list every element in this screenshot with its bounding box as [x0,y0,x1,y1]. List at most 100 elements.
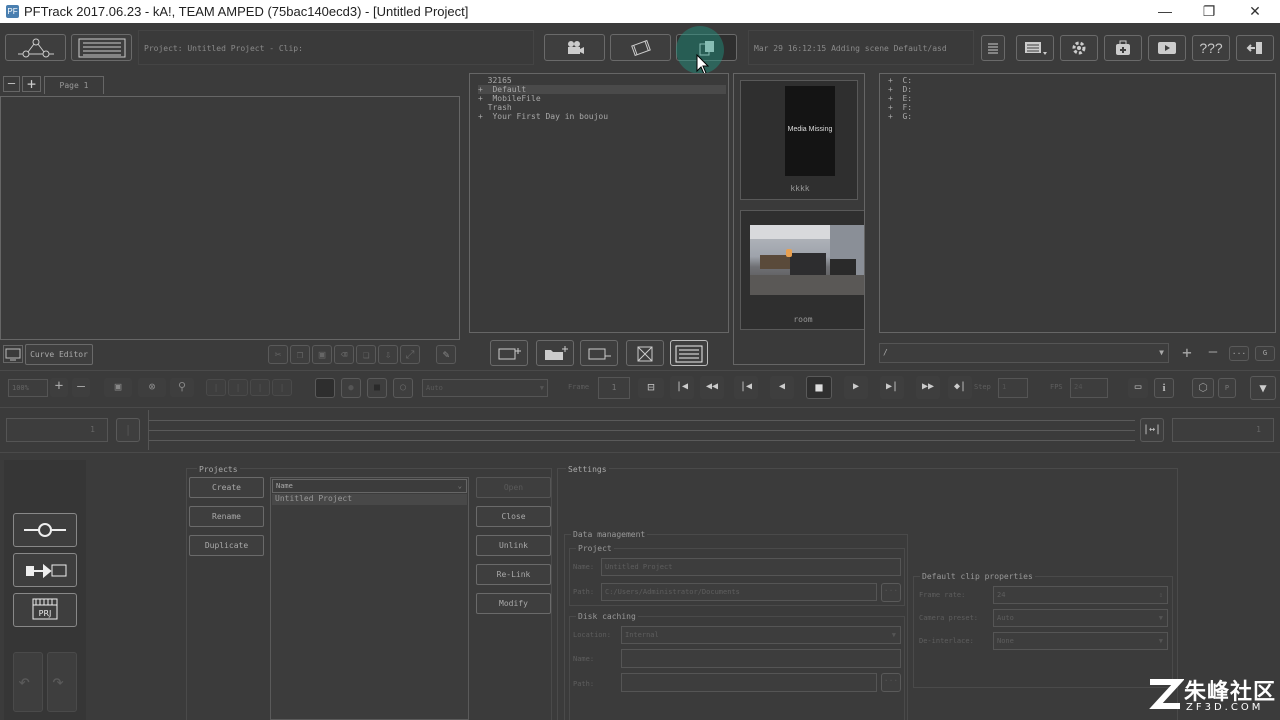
duplicate-project-button[interactable]: Duplicate [189,535,264,556]
cut-icon[interactable]: ✂ [268,345,288,364]
tree-item[interactable]: + Your First Day in boujou [478,112,726,121]
viewer-toggle[interactable] [3,345,23,363]
cache-path-field[interactable] [621,673,877,692]
node-canvas[interactable] [0,96,460,340]
close-icon[interactable]: ✕ [1232,0,1278,23]
play-icon[interactable]: ▶ [844,376,868,399]
drive-item[interactable]: + D: [888,85,912,94]
import-clip-button[interactable] [580,340,618,366]
table-row[interactable]: Untitled Project [272,494,467,505]
frame-field[interactable]: 1 [598,377,630,399]
redo-button[interactable]: ↷ [47,652,77,712]
black-swatch-icon[interactable] [315,378,335,398]
timeline-track[interactable] [148,410,1135,450]
import-icon[interactable]: ⇩ [378,345,398,364]
clip-view-button[interactable] [610,34,671,61]
project-path-field[interactable]: C:/Users/Administrator/Documents [601,583,877,601]
project-path-browse-button[interactable]: ... [881,583,901,602]
tab-page-1[interactable]: Page 1 [44,76,104,94]
filter-icon[interactable]: ▼ [1250,376,1276,400]
camera-preset-dropdown[interactable]: Auto ▼ [993,609,1168,627]
relink-project-button[interactable]: Re-Link [476,564,551,585]
unlink-project-button[interactable]: Unlink [476,535,551,556]
circle-icon[interactable]: ○ [393,378,413,398]
jump-start-icon[interactable]: |◀ [670,376,694,399]
g-button[interactable]: G [1255,346,1275,361]
preferences-button[interactable] [1060,35,1098,61]
add-bookmark-icon[interactable]: + [1177,345,1197,362]
remove-page-icon[interactable]: — [3,76,20,92]
step-back-icon[interactable]: |◀ [734,376,758,399]
create-project-button[interactable]: Create [189,477,264,498]
fps-field[interactable]: 24 [1070,378,1108,398]
zoom-out-icon[interactable]: — [72,378,90,397]
undo-button[interactable]: ↶ [13,652,43,712]
browse-button[interactable]: ... [1229,346,1249,361]
paste-icon[interactable]: ▣ [312,345,332,364]
pin-icon[interactable]: ⚲ [170,378,194,397]
name-column-header[interactable]: Name ⌄ [272,479,467,493]
overlay-icon[interactable]: ⊗ [138,378,166,397]
fast-rewind-icon[interactable]: ◀◀ [700,376,724,399]
tree-item-selected[interactable]: + Default [478,85,726,94]
add-page-icon[interactable]: + [22,76,41,92]
info-icon[interactable]: i [1154,378,1174,398]
timeline-prev-icon[interactable]: | [116,418,140,442]
tree-item[interactable]: 32165 [478,76,726,85]
zoom-in-icon[interactable]: + [50,378,68,397]
zoom-field[interactable]: 100% [8,379,48,397]
cache-name-field[interactable] [621,649,901,668]
add-folder-button[interactable] [536,340,574,366]
minimize-icon[interactable]: — [1142,0,1188,23]
modify-project-button[interactable]: Modify [476,593,551,614]
copy-icon[interactable]: ❐ [290,345,310,364]
help-button[interactable]: ??? [1192,35,1230,61]
fit-frame-icon[interactable]: ▣ [104,378,132,397]
frame-rate-field[interactable]: 24 ⇕ [993,586,1168,604]
project-list[interactable]: Name ⌄ Untitled Project [270,477,469,720]
channel-toggle[interactable]: | [206,379,226,396]
camera-view-button[interactable] [544,34,605,61]
restore-icon[interactable]: ❐ [1186,0,1232,23]
tracking-mode-button[interactable] [13,513,77,547]
deinterlace-dropdown[interactable]: None ▼ [993,632,1168,650]
location-dropdown[interactable]: Internal ▼ [621,626,901,644]
drive-item[interactable]: + G: [888,112,912,121]
cube-icon[interactable]: ⬡ [1192,378,1214,398]
fit-view-icon[interactable]: ⤢ [400,345,420,364]
play-reverse-icon[interactable]: ◀ [770,376,794,399]
clip-list-toggle[interactable] [670,340,708,366]
timeline-end-field[interactable]: 1 [1172,418,1274,442]
support-button[interactable] [1104,35,1142,61]
annotate-icon[interactable]: ✎ [436,345,456,364]
path-dropdown[interactable]: / ▼ [879,343,1169,363]
clip-thumbnail[interactable]: Media Missing kkkk [740,80,858,200]
delete-clip-button[interactable] [626,340,664,366]
drive-item[interactable]: + C: [888,76,912,85]
duplicate-node-icon[interactable]: ❏ [356,345,376,364]
tree-list-button[interactable] [71,34,132,61]
close-project-button[interactable]: Close [476,506,551,527]
node-tree-button[interactable] [5,34,66,61]
display-mode-dropdown[interactable]: Auto ▼ [422,379,548,397]
cache-path-browse-button[interactable]: ... [881,673,901,692]
drive-item[interactable]: + F: [888,103,912,112]
tree-item[interactable]: + MobileFile [478,94,726,103]
delete-icon[interactable]: ⌫ [334,345,354,364]
remove-bookmark-icon[interactable]: — [1203,345,1223,362]
fast-forward-icon[interactable]: ▶▶ [916,376,940,399]
p-toggle[interactable]: P [1218,378,1236,398]
exit-button[interactable] [1236,35,1274,61]
log-button[interactable] [981,35,1005,61]
project-name-field[interactable]: Untitled Project [601,558,901,576]
export-mode-button[interactable] [13,553,77,587]
step-forward-icon[interactable]: ▶| [880,376,904,399]
channel-toggle[interactable]: | [272,379,292,396]
curve-editor-button[interactable]: Curve Editor [25,344,93,365]
project-mode-button[interactable]: PRJ [13,593,77,627]
timeline-start-field[interactable]: 1 [6,418,108,442]
viewport-icon[interactable]: ▭ [1128,378,1148,398]
clip-thumbnail[interactable]: room [740,210,864,330]
stop-icon[interactable]: ■ [806,376,832,399]
tree-item[interactable]: Trash [478,103,726,112]
